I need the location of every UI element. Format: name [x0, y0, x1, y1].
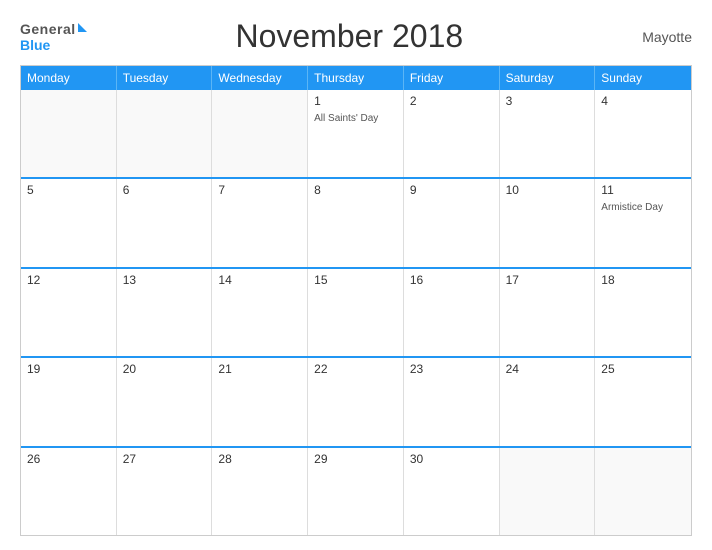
day-cell-w4-d2[interactable]: 20	[117, 358, 213, 445]
day-number: 19	[27, 362, 110, 376]
day-cell-w4-d4[interactable]: 22	[308, 358, 404, 445]
header-wednesday: Wednesday	[212, 66, 308, 90]
day-number: 24	[506, 362, 589, 376]
day-cell-w2-d2[interactable]: 6	[117, 179, 213, 266]
day-cell-w3-d5[interactable]: 16	[404, 269, 500, 356]
day-cell-w2-d4[interactable]: 8	[308, 179, 404, 266]
page: General Blue November 2018 Mayotte Monda…	[0, 0, 712, 550]
day-number: 26	[27, 452, 110, 466]
week-row-5: 26 27 28 29 30	[21, 448, 691, 536]
day-cell-w4-d7[interactable]: 25	[595, 358, 691, 445]
holiday-label: All Saints' Day	[314, 113, 378, 124]
day-number: 12	[27, 273, 110, 287]
day-number: 14	[218, 273, 301, 287]
day-headers-row: Monday Tuesday Wednesday Thursday Friday…	[21, 66, 691, 90]
header-tuesday: Tuesday	[117, 66, 213, 90]
header-sunday: Sunday	[595, 66, 691, 90]
day-cell-w5-d7[interactable]	[595, 448, 691, 535]
calendar-title: November 2018	[87, 18, 612, 55]
day-cell-w5-d2[interactable]: 27	[117, 448, 213, 535]
day-number: 2	[410, 94, 493, 108]
day-number: 28	[218, 452, 301, 466]
day-cell-w1-d5[interactable]: 2	[404, 90, 500, 177]
day-cell-w5-d3[interactable]: 28	[212, 448, 308, 535]
week-row-1: 1 All Saints' Day 234	[21, 90, 691, 179]
header-saturday: Saturday	[500, 66, 596, 90]
logo: General Blue	[20, 21, 87, 53]
day-number: 13	[123, 273, 206, 287]
logo-blue-text: Blue	[20, 37, 50, 53]
day-number: 3	[506, 94, 589, 108]
day-cell-w3-d7[interactable]: 18	[595, 269, 691, 356]
day-number: 5	[27, 183, 110, 197]
day-number: 11	[601, 183, 685, 197]
day-cell-w3-d6[interactable]: 17	[500, 269, 596, 356]
day-number: 9	[410, 183, 493, 197]
day-cell-w2-d6[interactable]: 10	[500, 179, 596, 266]
day-cell-w3-d1[interactable]: 12	[21, 269, 117, 356]
day-number: 8	[314, 183, 397, 197]
day-number: 23	[410, 362, 493, 376]
day-cell-w1-d7[interactable]: 4	[595, 90, 691, 177]
day-number: 21	[218, 362, 301, 376]
day-number: 4	[601, 94, 685, 108]
day-number: 10	[506, 183, 589, 197]
week-row-3: 12 13 14 15 16 17 18	[21, 269, 691, 358]
day-number: 20	[123, 362, 206, 376]
day-number: 27	[123, 452, 206, 466]
header-friday: Friday	[404, 66, 500, 90]
weeks-container: 1All Saints' Day234567891011Armistice Da…	[21, 90, 691, 536]
day-cell-w4-d1[interactable]: 19	[21, 358, 117, 445]
region-label: Mayotte	[612, 29, 692, 45]
day-cell-w4-d3[interactable]: 21	[212, 358, 308, 445]
day-cell-w5-d4[interactable]: 29	[308, 448, 404, 535]
day-cell-w4-d5[interactable]: 23	[404, 358, 500, 445]
day-number: 1	[314, 94, 397, 108]
day-cell-w2-d7[interactable]: 11 Armistice Day	[595, 179, 691, 266]
day-number: 16	[410, 273, 493, 287]
day-cell-w3-d2[interactable]: 13	[117, 269, 213, 356]
day-number: 17	[506, 273, 589, 287]
day-number: 7	[218, 183, 301, 197]
header-thursday: Thursday	[308, 66, 404, 90]
day-cell-w1-d4[interactable]: 1 All Saints' Day	[308, 90, 404, 177]
day-cell-w1-d1[interactable]	[21, 90, 117, 177]
day-cell-w3-d3[interactable]: 14	[212, 269, 308, 356]
day-number: 29	[314, 452, 397, 466]
day-number: 6	[123, 183, 206, 197]
holiday-label: Armistice Day	[601, 202, 663, 213]
day-cell-w5-d6[interactable]	[500, 448, 596, 535]
week-row-4: 19 20 21 22 23 24 25	[21, 358, 691, 447]
day-cell-w3-d4[interactable]: 15	[308, 269, 404, 356]
day-cell-w5-d1[interactable]: 26	[21, 448, 117, 535]
day-cell-w2-d1[interactable]: 5	[21, 179, 117, 266]
day-cell-w2-d5[interactable]: 9	[404, 179, 500, 266]
logo-general-text: General	[20, 21, 76, 37]
header-monday: Monday	[21, 66, 117, 90]
logo-triangle-icon	[78, 23, 87, 32]
day-number: 22	[314, 362, 397, 376]
day-cell-w1-d2[interactable]	[117, 90, 213, 177]
day-cell-w1-d6[interactable]: 3	[500, 90, 596, 177]
day-number: 15	[314, 273, 397, 287]
week-row-2: 56789 10 11 Armistice Day	[21, 179, 691, 268]
day-cell-w5-d5[interactable]: 30	[404, 448, 500, 535]
day-cell-w4-d6[interactable]: 24	[500, 358, 596, 445]
day-number: 18	[601, 273, 685, 287]
calendar: Monday Tuesday Wednesday Thursday Friday…	[20, 65, 692, 536]
day-cell-w2-d3[interactable]: 7	[212, 179, 308, 266]
day-cell-w1-d3[interactable]	[212, 90, 308, 177]
day-number: 30	[410, 452, 493, 466]
day-number: 25	[601, 362, 685, 376]
header: General Blue November 2018 Mayotte	[20, 18, 692, 55]
